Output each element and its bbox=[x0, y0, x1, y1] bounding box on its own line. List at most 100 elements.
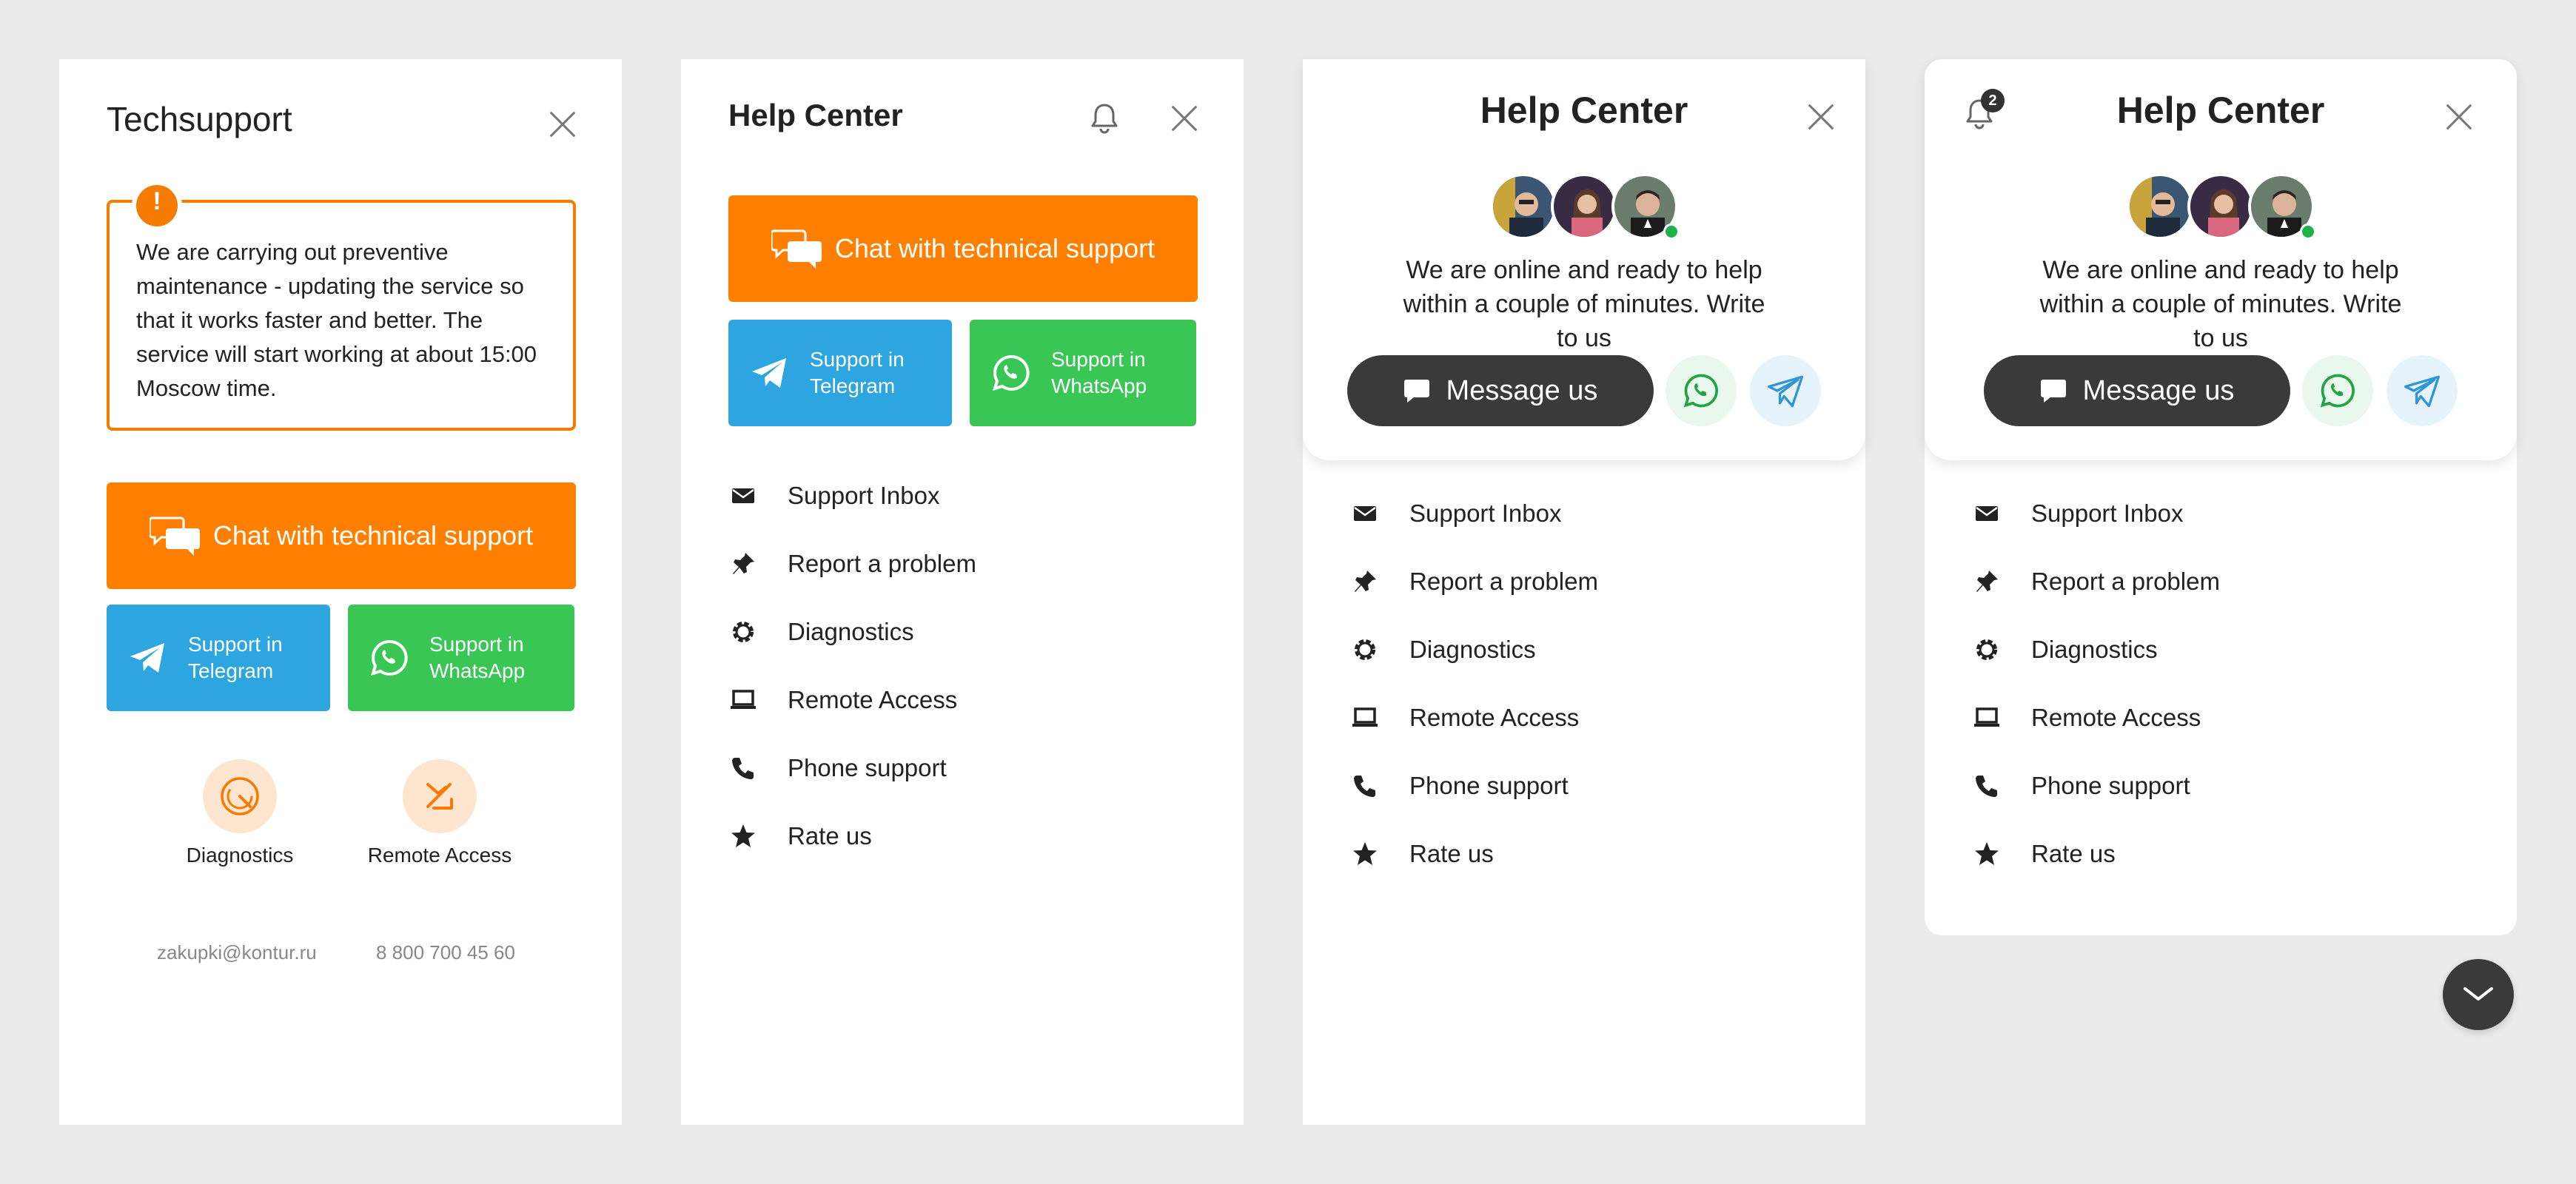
menu-item-remote-access[interactable]: Remote Access bbox=[728, 666, 1202, 734]
chat-support-button[interactable]: Chat with technical support bbox=[107, 482, 576, 589]
menu-item-phone-support[interactable]: Phone support bbox=[1350, 752, 1824, 820]
panel-title: Help Center bbox=[1480, 90, 1688, 131]
gear-icon bbox=[1972, 635, 2002, 665]
menu-item-label: Diagnostics bbox=[1409, 636, 1536, 663]
panel-title: Help Center bbox=[728, 98, 903, 132]
whatsapp-support-button[interactable]: Support in WhatsApp bbox=[348, 605, 574, 711]
support-team-avatars bbox=[2127, 173, 2316, 240]
whatsapp-icon bbox=[1683, 374, 1718, 408]
menu-item-support-inbox[interactable]: Support Inbox bbox=[728, 462, 1202, 530]
collapse-widget-button[interactable] bbox=[2443, 959, 2514, 1030]
whatsapp-button[interactable] bbox=[1666, 355, 1737, 426]
online-status-dot bbox=[1663, 223, 1680, 240]
menu-item-label: Remote Access bbox=[1409, 704, 1580, 731]
star-icon bbox=[728, 821, 758, 851]
menu-item-label: Diagnostics bbox=[2031, 636, 2158, 663]
phone-icon bbox=[1350, 771, 1380, 801]
close-icon[interactable] bbox=[1803, 99, 1839, 135]
menu-item-report-problem[interactable]: Report a problem bbox=[1972, 548, 2446, 616]
chevron-down-icon bbox=[2463, 987, 2493, 1000]
panel-title: Help Center bbox=[2116, 90, 2325, 131]
telegram-icon bbox=[1767, 375, 1804, 408]
chat-support-label: Chat with technical support bbox=[834, 233, 1155, 263]
menu-item-label: Report a problem bbox=[2031, 568, 2220, 595]
chat-bubble-icon bbox=[2040, 380, 2066, 403]
menu-item-label: Phone support bbox=[788, 754, 947, 781]
menu-item-diagnostics[interactable]: Diagnostics bbox=[1350, 616, 1824, 684]
online-message: We are online and ready to help within a… bbox=[1403, 256, 1765, 352]
menu-item-report-problem[interactable]: Report a problem bbox=[1350, 548, 1824, 616]
gear-icon bbox=[1350, 635, 1380, 665]
speedometer-icon bbox=[221, 777, 259, 815]
close-icon[interactable] bbox=[545, 107, 580, 142]
whatsapp-icon bbox=[2320, 374, 2355, 408]
avatar bbox=[2187, 173, 2254, 240]
menu-item-rate-us[interactable]: Rate us bbox=[1972, 820, 2446, 888]
maintenance-notice: ! We are carrying out preventive mainten… bbox=[107, 181, 576, 431]
whatsapp-support-label: Support in WhatsApp bbox=[1051, 348, 1147, 397]
menu-item-label: Rate us bbox=[1409, 840, 1494, 867]
menu-item-label: Support Inbox bbox=[1409, 500, 1562, 527]
message-us-button[interactable]: Message us bbox=[1984, 355, 2290, 426]
telegram-support-button[interactable]: Support in Telegram bbox=[107, 605, 330, 711]
help-menu: Support Inbox Report a problem Diagnosti… bbox=[1350, 480, 1824, 888]
menu-item-support-inbox[interactable]: Support Inbox bbox=[1350, 480, 1824, 548]
menu-item-label: Remote Access bbox=[2031, 704, 2201, 731]
bell-icon[interactable] bbox=[1090, 102, 1119, 135]
help-menu: Support Inbox Report a problem Diagnosti… bbox=[1972, 480, 2446, 888]
pin-icon bbox=[1972, 567, 2002, 596]
online-message: We are online and ready to help within a… bbox=[2039, 256, 2402, 352]
telegram-support-label: Support in Telegram bbox=[188, 633, 283, 682]
avatar bbox=[1490, 173, 1557, 240]
menu-item-label: Diagnostics bbox=[788, 618, 914, 645]
whatsapp-support-button[interactable]: Support in WhatsApp bbox=[970, 320, 1196, 426]
menu-item-rate-us[interactable]: Rate us bbox=[728, 802, 1202, 870]
laptop-icon bbox=[728, 685, 758, 715]
menu-item-diagnostics[interactable]: Diagnostics bbox=[728, 598, 1202, 666]
star-icon bbox=[1350, 839, 1380, 869]
whatsapp-button[interactable] bbox=[2302, 355, 2373, 426]
menu-item-label: Phone support bbox=[1409, 772, 1569, 799]
menu-item-label: Remote Access bbox=[788, 686, 958, 713]
menu-item-label: Support Inbox bbox=[788, 482, 940, 509]
remote-access-button[interactable] bbox=[403, 759, 477, 833]
envelope-icon bbox=[1972, 499, 2002, 528]
menu-item-report-problem[interactable]: Report a problem bbox=[728, 530, 1202, 598]
pin-icon bbox=[728, 549, 758, 579]
close-icon[interactable] bbox=[2441, 99, 2477, 135]
menu-item-rate-us[interactable]: Rate us bbox=[1350, 820, 1824, 888]
menu-item-remote-access[interactable]: Remote Access bbox=[1350, 684, 1824, 752]
telegram-button[interactable] bbox=[2387, 355, 2458, 426]
chat-bubbles-icon bbox=[771, 229, 822, 269]
help-center-notifications-panel: 2 Help Center We are online and ready to… bbox=[1925, 59, 2517, 935]
diagnostics-button[interactable] bbox=[203, 759, 277, 833]
support-email-link[interactable]: zakupki@kontur.ru bbox=[157, 941, 317, 964]
pin-icon bbox=[1350, 567, 1380, 596]
menu-item-phone-support[interactable]: Phone support bbox=[728, 734, 1202, 802]
warning-icon: ! bbox=[132, 181, 182, 231]
chat-support-label: Chat with technical support bbox=[212, 520, 534, 551]
message-us-button[interactable]: Message us bbox=[1347, 355, 1654, 426]
message-us-label: Message us bbox=[1446, 374, 1598, 406]
menu-item-diagnostics[interactable]: Diagnostics bbox=[1972, 616, 2446, 684]
support-phone-link[interactable]: 8 800 700 45 60 bbox=[376, 941, 515, 964]
diagnostics-label: Diagnostics bbox=[186, 844, 294, 867]
menu-item-label: Rate us bbox=[2031, 840, 2116, 867]
menu-item-remote-access[interactable]: Remote Access bbox=[1972, 684, 2446, 752]
telegram-icon bbox=[2404, 375, 2441, 408]
support-team-avatars bbox=[1490, 173, 1680, 240]
menu-item-support-inbox[interactable]: Support Inbox bbox=[1972, 480, 2446, 548]
telegram-support-button[interactable]: Support in Telegram bbox=[728, 320, 952, 426]
gear-icon bbox=[728, 617, 758, 647]
close-icon[interactable] bbox=[1167, 101, 1202, 136]
chat-bubbles-icon bbox=[149, 517, 200, 556]
phone-icon bbox=[1972, 771, 2002, 801]
chat-support-button[interactable]: Chat with technical support bbox=[728, 195, 1198, 302]
telegram-button[interactable] bbox=[1750, 355, 1821, 426]
menu-item-phone-support[interactable]: Phone support bbox=[1972, 752, 2446, 820]
message-us-label: Message us bbox=[2082, 374, 2235, 406]
telegram-icon bbox=[752, 358, 786, 388]
whatsapp-icon bbox=[371, 639, 408, 676]
online-status-dot bbox=[2300, 223, 2316, 240]
help-menu: Support Inbox Report a problem Diagnosti… bbox=[728, 462, 1202, 870]
